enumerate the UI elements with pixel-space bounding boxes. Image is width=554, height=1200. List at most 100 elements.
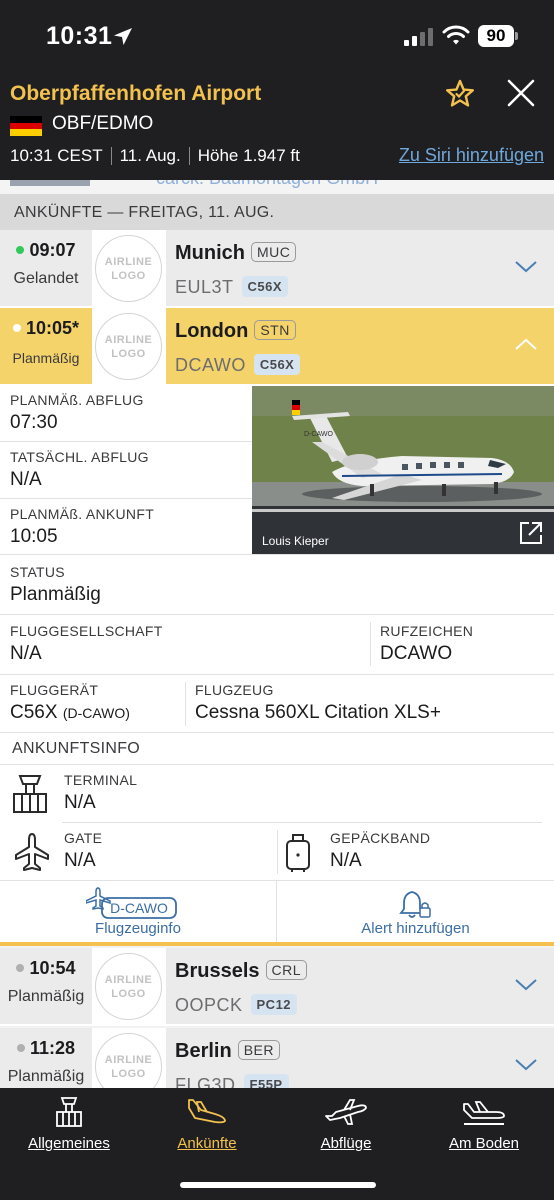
airport-code-badge: CRL bbox=[265, 960, 308, 980]
tab-departures[interactable]: Abflüge bbox=[277, 1096, 415, 1152]
divider bbox=[0, 554, 554, 555]
airport-header: Oberpfaffenhofen Airport OBF/EDMO 10:31 … bbox=[0, 72, 554, 180]
scheduled-arrival: PLANMÄß. ANKUNFT 10:05 bbox=[0, 506, 252, 548]
baggage-icon bbox=[286, 834, 310, 872]
arrival-info-header: ANKUNFTSINFO bbox=[12, 740, 141, 757]
photo-registration: D-CAWO bbox=[304, 431, 333, 438]
flight-registration: OOPCK PC12 bbox=[175, 994, 298, 1016]
scheduled-arrival-value: 10:05 bbox=[10, 526, 58, 547]
flight-time-text: 10:05* bbox=[25, 318, 80, 338]
airline-label: FLUGGESELLSCHAFT bbox=[10, 623, 163, 639]
aircraft-photo[interactable]: D-CAWO Louis Kieper bbox=[252, 386, 554, 554]
flight-detail-panel: PLANMÄß. ABFLUG 07:30 TATSÄCHL. ABFLUG N… bbox=[0, 386, 554, 946]
tab-on-ground[interactable]: Am Boden bbox=[415, 1096, 553, 1152]
terminal-value: N/A bbox=[64, 792, 96, 813]
flight-time: 10:54 bbox=[0, 958, 92, 979]
airline-logo: AIRLINE LOGO bbox=[92, 308, 166, 384]
flight-time: 10:05* bbox=[0, 318, 92, 339]
gate-field: GATE N/A bbox=[54, 830, 276, 872]
divider bbox=[188, 147, 190, 165]
flight-registration: FLG3D F55P bbox=[175, 1074, 289, 1088]
flight-time: 11:28 bbox=[0, 1038, 92, 1059]
divider bbox=[0, 441, 252, 442]
external-link-icon[interactable] bbox=[518, 520, 544, 546]
tab-arrivals[interactable]: Ankünfte bbox=[138, 1096, 276, 1152]
equipment-code: C56X bbox=[10, 702, 58, 723]
flight-row[interactable]: 11:28 Planmäßig AIRLINE LOGO Berlin BER FL… bbox=[0, 1028, 554, 1088]
add-alert-button[interactable]: Alert hinzufügen bbox=[277, 880, 554, 942]
flight-status-field: STATUS Planmäßig bbox=[0, 564, 554, 606]
baggage-field: GEPÄCKBAND N/A bbox=[320, 830, 550, 872]
airline-logo: AIRLINE LOGO bbox=[92, 230, 166, 306]
tower-icon bbox=[56, 1097, 82, 1127]
aircraft-info-button[interactable]: D-CAWO Flugzeuginfo bbox=[0, 880, 276, 942]
tab-general[interactable]: Allgemeines bbox=[0, 1096, 138, 1152]
equipment-registration: (D-CAWO) bbox=[62, 705, 130, 721]
aircraft-info-label: Flugzeuginfo bbox=[95, 920, 181, 937]
status-dot bbox=[16, 964, 25, 972]
aircraft-type-badge: C56X bbox=[253, 354, 301, 375]
flight-status: Planmäßig bbox=[7, 988, 85, 1005]
photo-credit: Louis Kieper bbox=[262, 534, 329, 548]
flight-status: Gelandet bbox=[13, 270, 79, 287]
wifi-icon bbox=[442, 25, 470, 45]
aircraft-badge-text: D-CAWO bbox=[110, 900, 168, 916]
logo-line: LOGO bbox=[111, 1068, 146, 1080]
chevron-up-icon[interactable] bbox=[514, 336, 538, 352]
flight-time: 09:07 bbox=[0, 240, 92, 261]
logo-line: AIRLINE bbox=[104, 1054, 153, 1066]
flight-status: Planmäßig bbox=[7, 1068, 85, 1085]
terminal-field: TERMINAL N/A bbox=[54, 772, 534, 814]
divider bbox=[0, 674, 554, 675]
logo-line: LOGO bbox=[111, 348, 146, 360]
status-value: Planmäßig bbox=[10, 584, 101, 605]
detail-bottom-border bbox=[0, 942, 554, 946]
favorite-star-icon[interactable] bbox=[444, 78, 476, 110]
flight-row-selected[interactable]: 10:05* Planmäßig AIRLINE LOGO London STN D… bbox=[0, 308, 554, 386]
airport-code-badge: STN bbox=[254, 320, 296, 340]
scheduled-departure: PLANMÄß. ABFLUG 07:30 bbox=[0, 392, 252, 434]
status-time: 10:31 bbox=[46, 22, 113, 50]
scheduled-arrival-label: PLANMÄß. ANKUNFT bbox=[10, 506, 155, 522]
home-indicator[interactable] bbox=[180, 1182, 376, 1188]
flight-row[interactable]: 09:07 Gelandet AIRLINE LOGO Munich MUC EUL… bbox=[0, 230, 554, 308]
flight-registration: EUL3T C56X bbox=[175, 276, 289, 298]
registration-text: OOPCK bbox=[175, 995, 243, 1015]
chevron-down-icon[interactable] bbox=[514, 1056, 538, 1072]
airline-logo-placeholder: AIRLINE LOGO bbox=[95, 953, 162, 1020]
add-to-siri-link[interactable]: Zu Siri hinzufügen bbox=[399, 145, 544, 166]
airport-local-time: 10:31 CEST bbox=[10, 146, 103, 165]
divider bbox=[0, 614, 554, 615]
equipment-label: FLUGGERÄT bbox=[10, 682, 99, 698]
divider bbox=[110, 147, 112, 165]
airport-name: Oberpfaffenhofen Airport bbox=[10, 82, 262, 105]
flight-origin: Berlin BER bbox=[175, 1040, 280, 1063]
status-dot bbox=[16, 246, 25, 254]
flight-row[interactable]: 10:54 Planmäßig AIRLINE LOGO Brussels CRL … bbox=[0, 948, 554, 1026]
chevron-down-icon[interactable] bbox=[514, 976, 538, 992]
flight-registration: DCAWO C56X bbox=[175, 354, 301, 376]
flight-time-text: 11:28 bbox=[29, 1038, 76, 1058]
tab-label: Am Boden bbox=[448, 1135, 520, 1152]
airline-logo-placeholder: AIRLINE LOGO bbox=[95, 1033, 162, 1088]
callsign-field: RUFZEICHEN DCAWO bbox=[370, 623, 554, 665]
status-bar: 10:31 90 bbox=[0, 0, 554, 72]
equipment-field: FLUGGERÄT C56X (D-CAWO) bbox=[0, 682, 185, 724]
registration-text: FLG3D bbox=[175, 1075, 236, 1088]
status-dot bbox=[16, 1044, 25, 1052]
chevron-down-icon[interactable] bbox=[514, 258, 538, 274]
close-icon[interactable] bbox=[506, 78, 536, 108]
airline-logo-placeholder: AIRLINE LOGO bbox=[95, 313, 162, 380]
airline-value: N/A bbox=[10, 643, 42, 664]
airline-logo: AIRLINE LOGO bbox=[92, 1028, 166, 1088]
scheduled-departure-label: PLANMÄß. ABFLUG bbox=[10, 392, 144, 408]
flight-time-text: 09:07 bbox=[29, 240, 76, 260]
arrivals-list[interactable]: carck. Baumontagen GmbH ANKÜNFTE — FREIT… bbox=[0, 180, 554, 1088]
actual-departure-value: N/A bbox=[10, 469, 42, 490]
aircraft-model-field: FLUGZEUG Cessna 560XL Citation XLS+ bbox=[185, 682, 554, 724]
logo-line: LOGO bbox=[111, 988, 146, 1000]
status-dot bbox=[12, 324, 21, 332]
divider bbox=[0, 732, 554, 733]
ground-plane-icon bbox=[463, 1101, 505, 1125]
battery-nub bbox=[515, 32, 518, 40]
